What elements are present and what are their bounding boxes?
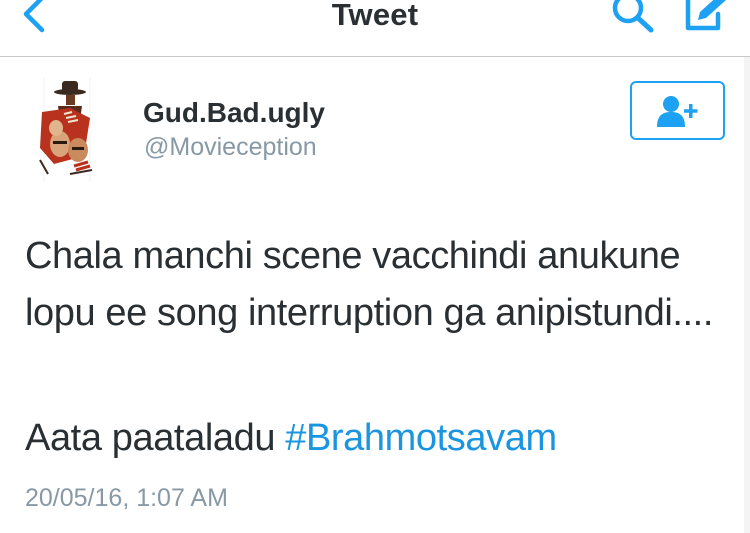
compose-icon xyxy=(685,0,726,31)
navigation-bar: Tweet xyxy=(0,0,750,57)
search-button[interactable] xyxy=(608,0,656,38)
scroll-edge xyxy=(744,57,750,533)
avatar-image xyxy=(39,78,93,182)
author-name[interactable]: Gud.Bad.ugly xyxy=(143,97,325,129)
tweet-hashtag-line: Aata paataladu #Brahmotsavam xyxy=(25,412,737,464)
hashtag-link[interactable]: #Brahmotsavam xyxy=(285,417,557,459)
avatar[interactable] xyxy=(30,78,118,182)
author-handle[interactable]: @Movieception xyxy=(144,133,317,162)
compose-button[interactable] xyxy=(676,0,728,38)
follow-button[interactable] xyxy=(630,81,725,140)
tweet-body: Chala manchi scene vacchindi anukune lop… xyxy=(25,235,713,334)
search-icon xyxy=(612,0,654,33)
tweet-text-prefix: Aata paataladu xyxy=(25,417,286,459)
add-user-icon xyxy=(657,96,698,127)
tweet-timestamp: 20/05/16, 1:07 AM xyxy=(25,484,228,512)
